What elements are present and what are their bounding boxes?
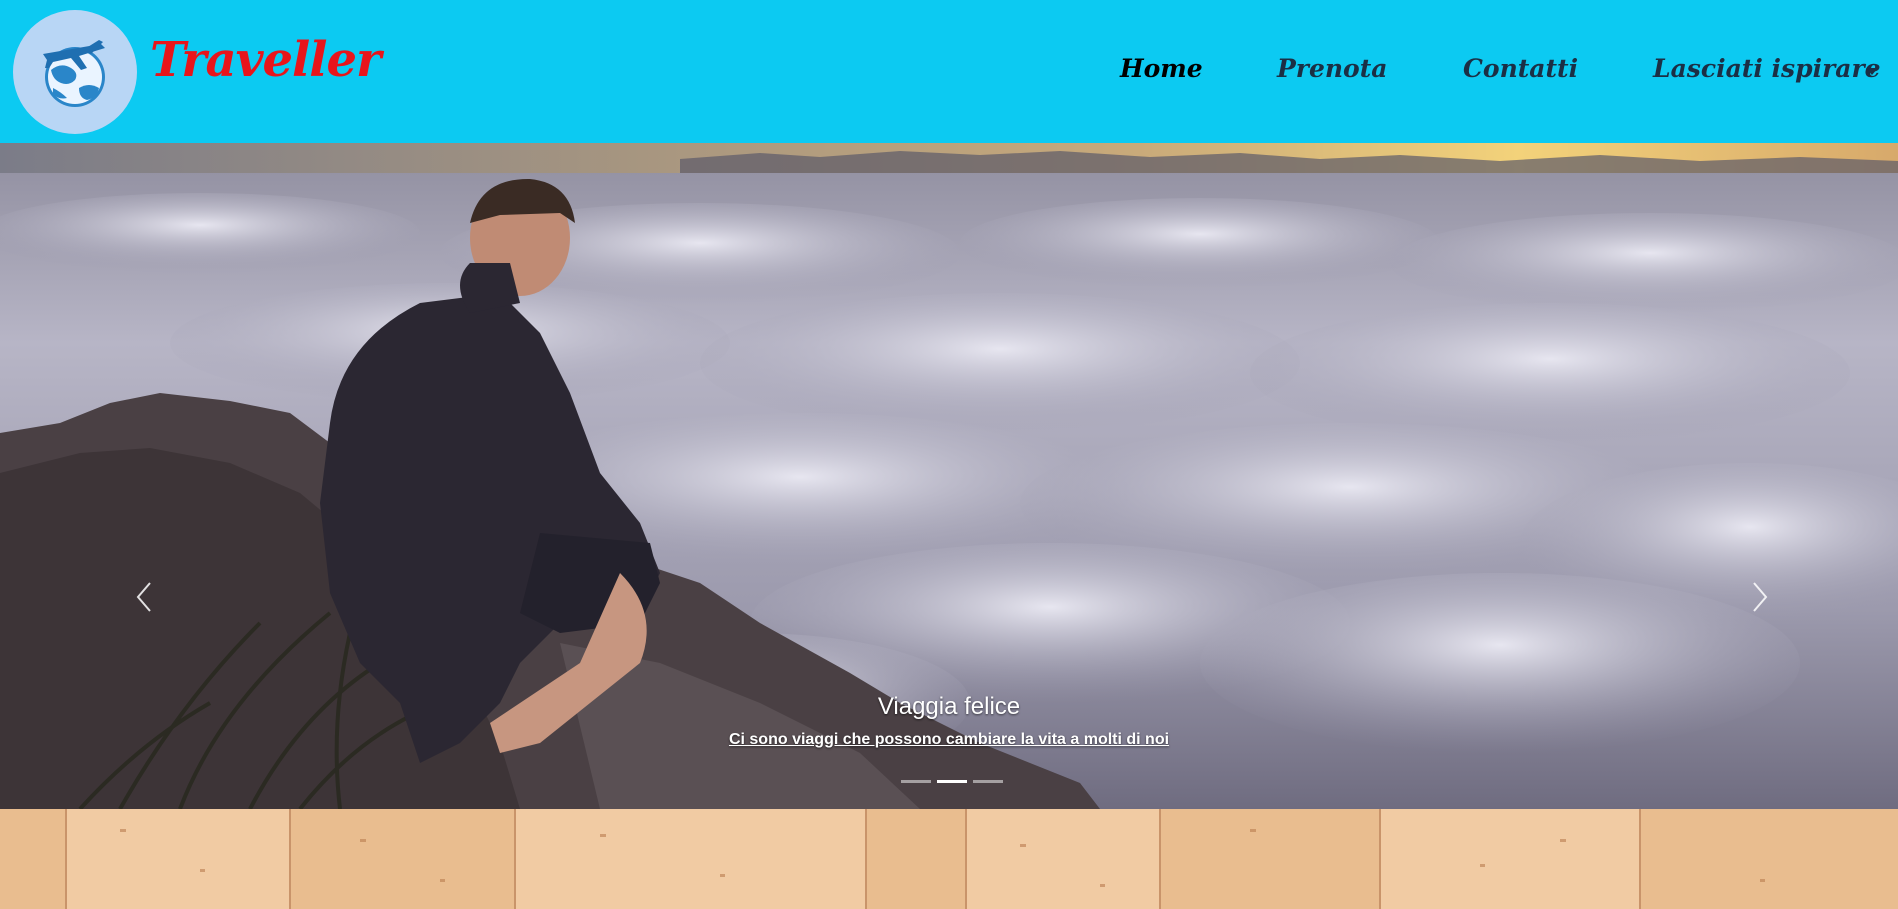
carousel-indicator-2[interactable] bbox=[937, 780, 967, 783]
carousel-indicator-1[interactable] bbox=[901, 780, 931, 783]
nav-item-home[interactable]: Home bbox=[1120, 54, 1203, 84]
chevron-left-icon bbox=[136, 582, 151, 612]
nav-item-lasciati-ispirare[interactable]: Lasciati ispirare bbox=[1653, 54, 1881, 84]
navbar: Traveller Home Prenota Contatti Lasciati… bbox=[0, 0, 1898, 143]
nav-item-contatti[interactable]: Contatti bbox=[1463, 54, 1578, 84]
wood-texture bbox=[0, 809, 1898, 909]
carousel-caption-title: Viaggia felice bbox=[877, 693, 1021, 720]
chevron-down-icon[interactable] bbox=[1866, 68, 1878, 75]
carousel-next-button[interactable] bbox=[1740, 577, 1780, 617]
nav-item-prenota[interactable]: Prenota bbox=[1277, 54, 1387, 84]
wood-background bbox=[0, 809, 1898, 909]
carousel-caption-text[interactable]: Ci sono viaggi che possono cambiare la v… bbox=[0, 731, 1898, 749]
carousel-indicator-3[interactable] bbox=[973, 780, 1003, 783]
chevron-right-icon bbox=[1753, 582, 1768, 612]
brand-name[interactable]: Traveller bbox=[150, 32, 381, 90]
globe-airplane-icon bbox=[43, 40, 105, 107]
logo[interactable] bbox=[13, 10, 137, 134]
carousel-prev-button[interactable] bbox=[124, 577, 164, 617]
